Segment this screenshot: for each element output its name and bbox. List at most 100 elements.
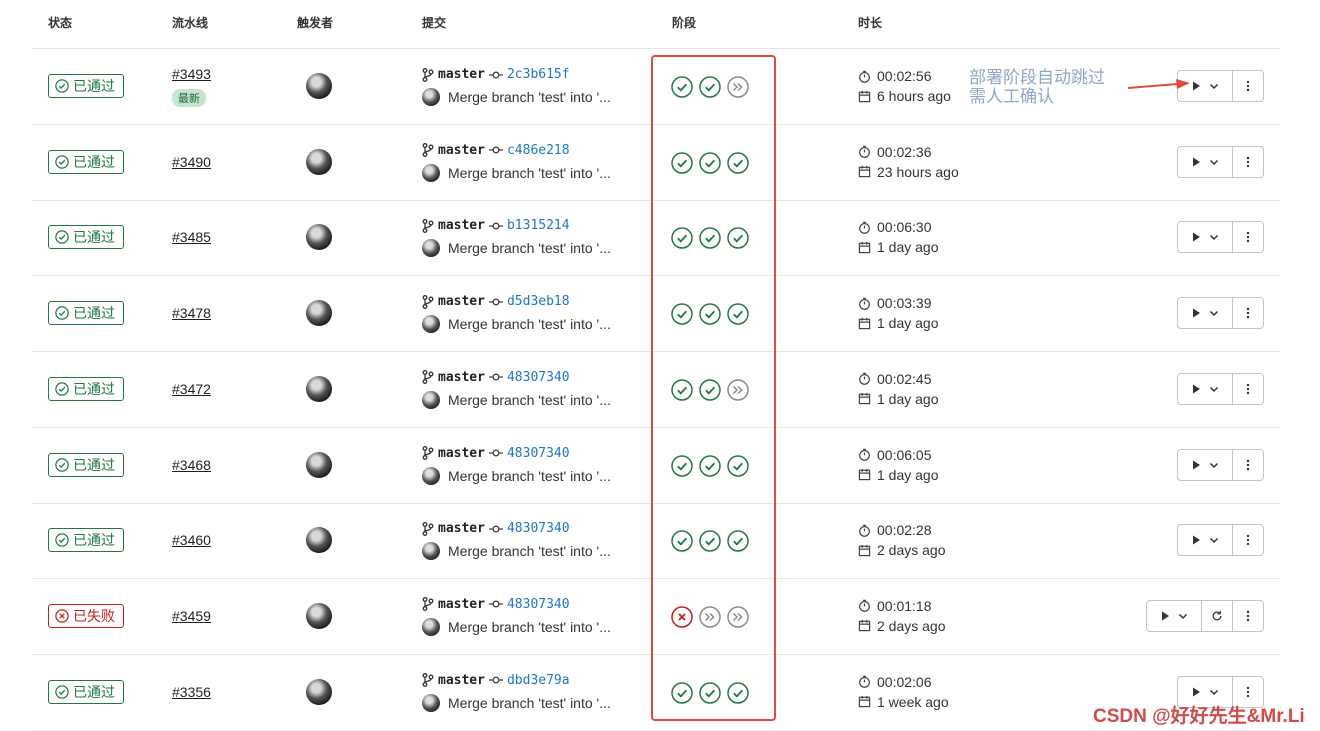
branch-link[interactable]: master [438,218,485,233]
more-actions-button[interactable] [1233,221,1264,254]
commit-message-link[interactable]: Merge branch 'test' into '... [448,619,611,635]
status-badge[interactable]: 已通过 [48,149,124,174]
kebab-icon [1242,459,1254,471]
pipeline-id-link[interactable]: #3490 [172,154,211,170]
more-actions-button[interactable] [1233,372,1264,405]
status-badge[interactable]: 已通过 [48,452,124,477]
chevron-down-icon [1208,231,1220,243]
status-badge[interactable]: 已通过 [48,679,124,704]
commit-author-avatar[interactable] [422,542,440,561]
commit-sha-link[interactable]: c486e218 [507,143,570,158]
commit-author-avatar[interactable] [422,466,440,485]
more-actions-button[interactable] [1233,145,1264,178]
run-manual-job-button[interactable] [1177,372,1233,405]
branch-link[interactable]: master [438,143,485,158]
kebab-icon [1242,686,1254,698]
run-manual-job-button[interactable] [1177,145,1233,178]
trigger-avatar[interactable] [306,678,332,705]
pipeline-id-link[interactable]: #3459 [172,608,211,624]
status-badge[interactable]: 已通过 [48,301,124,326]
commit-icon [488,221,503,231]
commit-message-link[interactable]: Merge branch 'test' into '... [448,89,611,105]
commit-author-avatar[interactable] [422,239,440,258]
duration: 00:01:18 [858,598,932,614]
header-status: 状态 [48,16,73,30]
commit-message-link[interactable]: Merge branch 'test' into '... [448,392,611,408]
commit-message-link[interactable]: Merge branch 'test' into '... [448,316,611,332]
kebab-icon [1242,383,1254,395]
pipeline-id-link[interactable]: #3468 [172,457,211,473]
stages-highlight-box [651,55,776,721]
commit-message-link[interactable]: Merge branch 'test' into '... [448,240,611,256]
pipeline-id-link[interactable]: #3472 [172,381,211,397]
trigger-avatar[interactable] [306,602,332,629]
kebab-icon [1242,534,1254,546]
commit-author-avatar[interactable] [422,163,440,182]
commit-sha-link[interactable]: 2c3b615f [507,67,570,82]
status-badge[interactable]: 已通过 [48,225,124,250]
trigger-avatar[interactable] [306,73,332,99]
pipeline-id-link[interactable]: #3478 [172,305,211,321]
run-manual-job-button[interactable] [1177,524,1233,557]
trigger-avatar[interactable] [306,451,332,478]
run-manual-job-button[interactable] [1177,448,1233,481]
commit-author-avatar[interactable] [422,617,440,636]
commit-message-link[interactable]: Merge branch 'test' into '... [448,165,611,181]
calendar-icon [858,241,871,254]
branch-link[interactable]: master [438,370,485,385]
more-actions-button[interactable] [1233,448,1264,481]
commit-sha-link[interactable]: dbd3e79a [507,673,570,688]
commit-sha-link[interactable]: 48307340 [507,446,570,461]
status-badge[interactable]: 已通过 [48,528,124,553]
commit-message-link[interactable]: Merge branch 'test' into '... [448,695,611,711]
more-actions-button[interactable] [1233,599,1264,632]
trigger-avatar[interactable] [306,527,332,554]
branch-link[interactable]: master [438,446,485,461]
run-manual-job-button[interactable] [1146,599,1202,632]
commit-author-avatar[interactable] [422,693,440,712]
status-label: 已通过 [73,153,115,170]
chevron-down-icon [1208,383,1220,395]
commit-author-avatar[interactable] [422,88,440,106]
commit-sha-link[interactable]: b1315214 [507,218,570,233]
trigger-avatar[interactable] [306,224,332,251]
branch-link[interactable]: master [438,521,485,536]
retry-button[interactable] [1202,599,1233,632]
branch-link[interactable]: master [438,673,485,688]
commit-sha-link[interactable]: d5d3eb18 [507,294,570,309]
status-badge[interactable]: 已失败 [48,603,124,628]
commit-author-avatar[interactable] [422,390,440,409]
more-actions-button[interactable] [1233,524,1264,557]
commit-sha-link[interactable]: 48307340 [507,597,570,612]
chevron-down-icon [1208,80,1220,92]
status-badge[interactable]: 已通过 [48,376,124,401]
pipeline-id-link[interactable]: #3460 [172,532,211,548]
run-manual-job-button[interactable] [1177,297,1233,330]
commit-sha-link[interactable]: 48307340 [507,521,570,536]
trigger-avatar[interactable] [306,148,332,175]
commit-sha-link[interactable]: 48307340 [507,370,570,385]
commit-ref: master 48307340 [422,597,570,612]
branch-link[interactable]: master [438,294,485,309]
trigger-avatar[interactable] [306,375,332,402]
branch-link[interactable]: master [438,67,485,82]
finished-at-value: 2 days ago [877,617,946,634]
status-badge[interactable]: 已通过 [48,74,124,98]
more-actions-button[interactable] [1233,297,1264,330]
run-manual-job-button[interactable] [1177,221,1233,254]
commit-message-row: Merge branch 'test' into '... [422,617,611,636]
commit-message-row: Merge branch 'test' into '... [422,390,611,409]
pipeline-id-link[interactable]: #3485 [172,229,211,245]
duration-value: 00:02:56 [877,68,932,84]
trigger-avatar[interactable] [306,300,332,327]
commit-message-link[interactable]: Merge branch 'test' into '... [448,468,611,484]
commit-message-link[interactable]: Merge branch 'test' into '... [448,543,611,559]
commit-author-avatar[interactable] [422,315,440,334]
commit-ref: master d5d3eb18 [422,294,570,309]
play-icon [1190,231,1202,243]
calendar-icon [858,90,871,103]
pipeline-id-link[interactable]: #3493 [172,66,211,82]
more-actions-button[interactable] [1233,70,1264,102]
branch-link[interactable]: master [438,597,485,612]
pipeline-id-link[interactable]: #3356 [172,684,211,700]
